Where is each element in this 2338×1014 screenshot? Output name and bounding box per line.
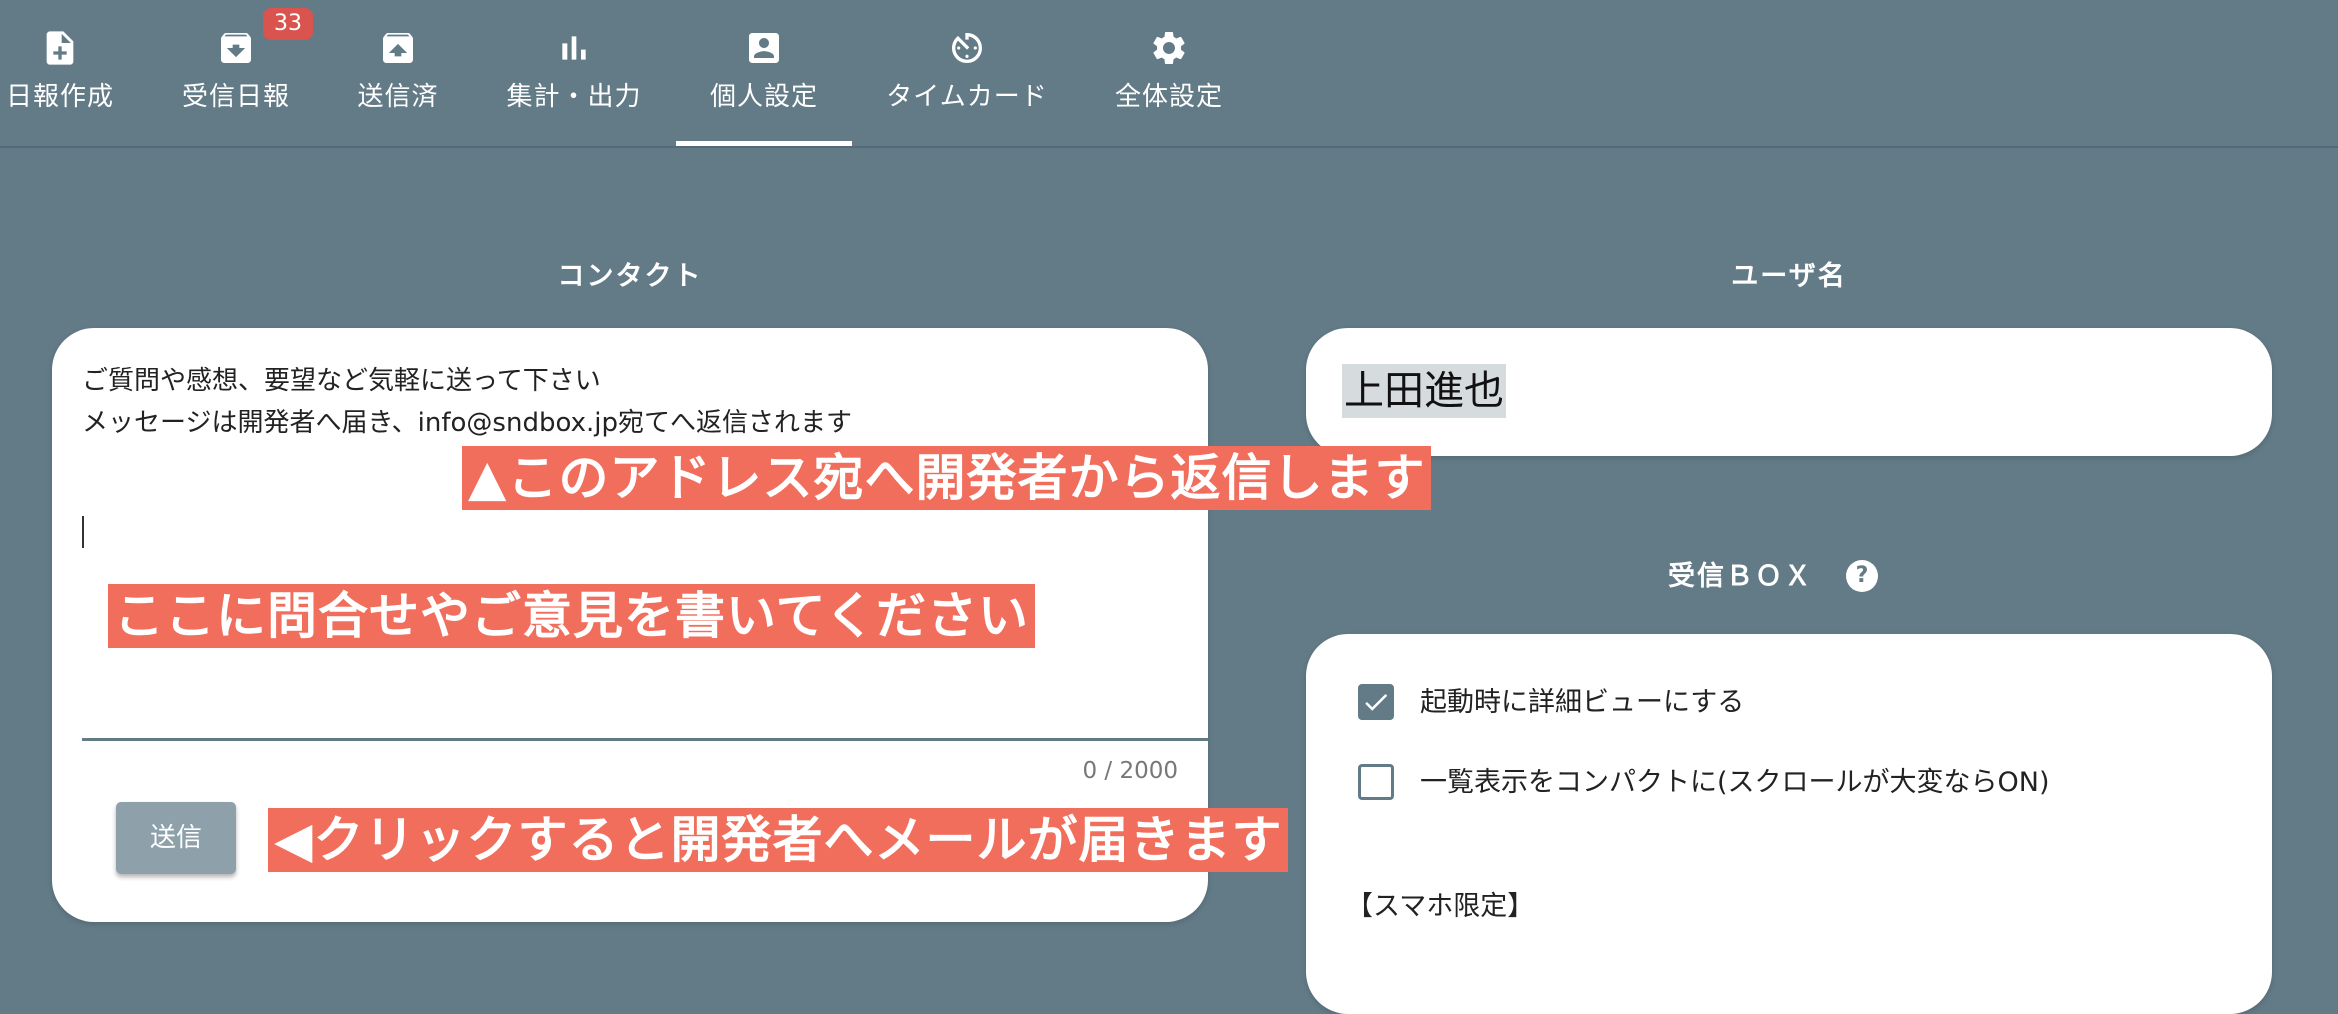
- textarea-underline: [82, 738, 1208, 741]
- tab-label: 送信済: [357, 82, 439, 112]
- contact-section-title: コンタクト: [557, 261, 703, 292]
- contact-intro-line2: メッセージは開発者へ届き、info@sndbox.jp宛てへ返信されます: [82, 408, 852, 438]
- annotation-write-here: ここに問合せやご意見を書いてください: [108, 584, 1035, 648]
- inbox-section-title: 受信ＢＯＸ: [1668, 561, 1813, 592]
- outbox-upload-icon: [383, 33, 413, 63]
- gear-icon: [1153, 31, 1185, 64]
- text-cursor: [82, 516, 84, 548]
- tab-label: 受信日報: [181, 82, 290, 112]
- tab-create-report[interactable]: 日報作成: [0, 0, 120, 146]
- username-value[interactable]: 上田進也: [1342, 364, 1506, 418]
- account-box-icon: [749, 33, 779, 63]
- tab-label: タイムカード: [886, 82, 1048, 112]
- tab-label: 日報作成: [5, 82, 114, 112]
- new-report-icon: [46, 31, 74, 65]
- bar-chart-icon: [562, 36, 586, 60]
- tab-aggregate-export[interactable]: 集計・出力: [500, 0, 648, 146]
- help-icon[interactable]: ?: [1846, 560, 1878, 592]
- top-navigation: 日報作成 受信日報 33 送信済 集計・出力 個人設定 タイムカード 全体設定: [0, 0, 2338, 148]
- timer-icon: [952, 33, 982, 63]
- contact-intro-line1: ご質問や感想、要望など気軽に送って下さい: [82, 366, 601, 396]
- contact-intro: ご質問や感想、要望など気軽に送って下さい メッセージは開発者へ届き、info@s…: [82, 360, 852, 444]
- active-tab-indicator: [676, 141, 852, 146]
- username-section-title: ユーザ名: [1731, 261, 1847, 292]
- username-card: 上田進也: [1306, 328, 2272, 456]
- compact-list-checkbox[interactable]: [1358, 764, 1394, 800]
- annotation-reply-address: ▲このアドレス宛へ開発者から返信します: [462, 446, 1432, 510]
- unread-count-badge: 33: [263, 8, 313, 40]
- tab-label: 集計・出力: [506, 82, 642, 112]
- send-button[interactable]: 送信: [116, 802, 236, 874]
- tab-timecard[interactable]: タイムカード: [884, 0, 1050, 146]
- compact-list-label: 一覧表示をコンパクトに(スクロールが大変ならON): [1420, 767, 2050, 798]
- character-counter: 0 / 2000: [1082, 758, 1178, 784]
- checkmark-icon: [1365, 693, 1388, 711]
- smartphone-only-heading: 【スマホ限定】: [1346, 891, 1535, 922]
- tab-label: 全体設定: [1114, 82, 1223, 112]
- tab-label: 個人設定: [709, 82, 818, 112]
- tab-sent[interactable]: 送信済: [350, 0, 446, 146]
- inbox-download-icon: [221, 33, 251, 63]
- tab-global-settings[interactable]: 全体設定: [1112, 0, 1226, 146]
- inbox-settings-card: 起動時に詳細ビューにする 一覧表示をコンパクトに(スクロールが大変ならON) 【…: [1306, 634, 2272, 1014]
- annotation-click-send: ◀クリックすると開発者へメールが届きます: [268, 808, 1289, 872]
- tab-personal-settings[interactable]: 個人設定: [676, 0, 852, 146]
- detail-view-checkbox[interactable]: [1358, 684, 1394, 720]
- detail-view-label: 起動時に詳細ビューにする: [1420, 687, 1745, 718]
